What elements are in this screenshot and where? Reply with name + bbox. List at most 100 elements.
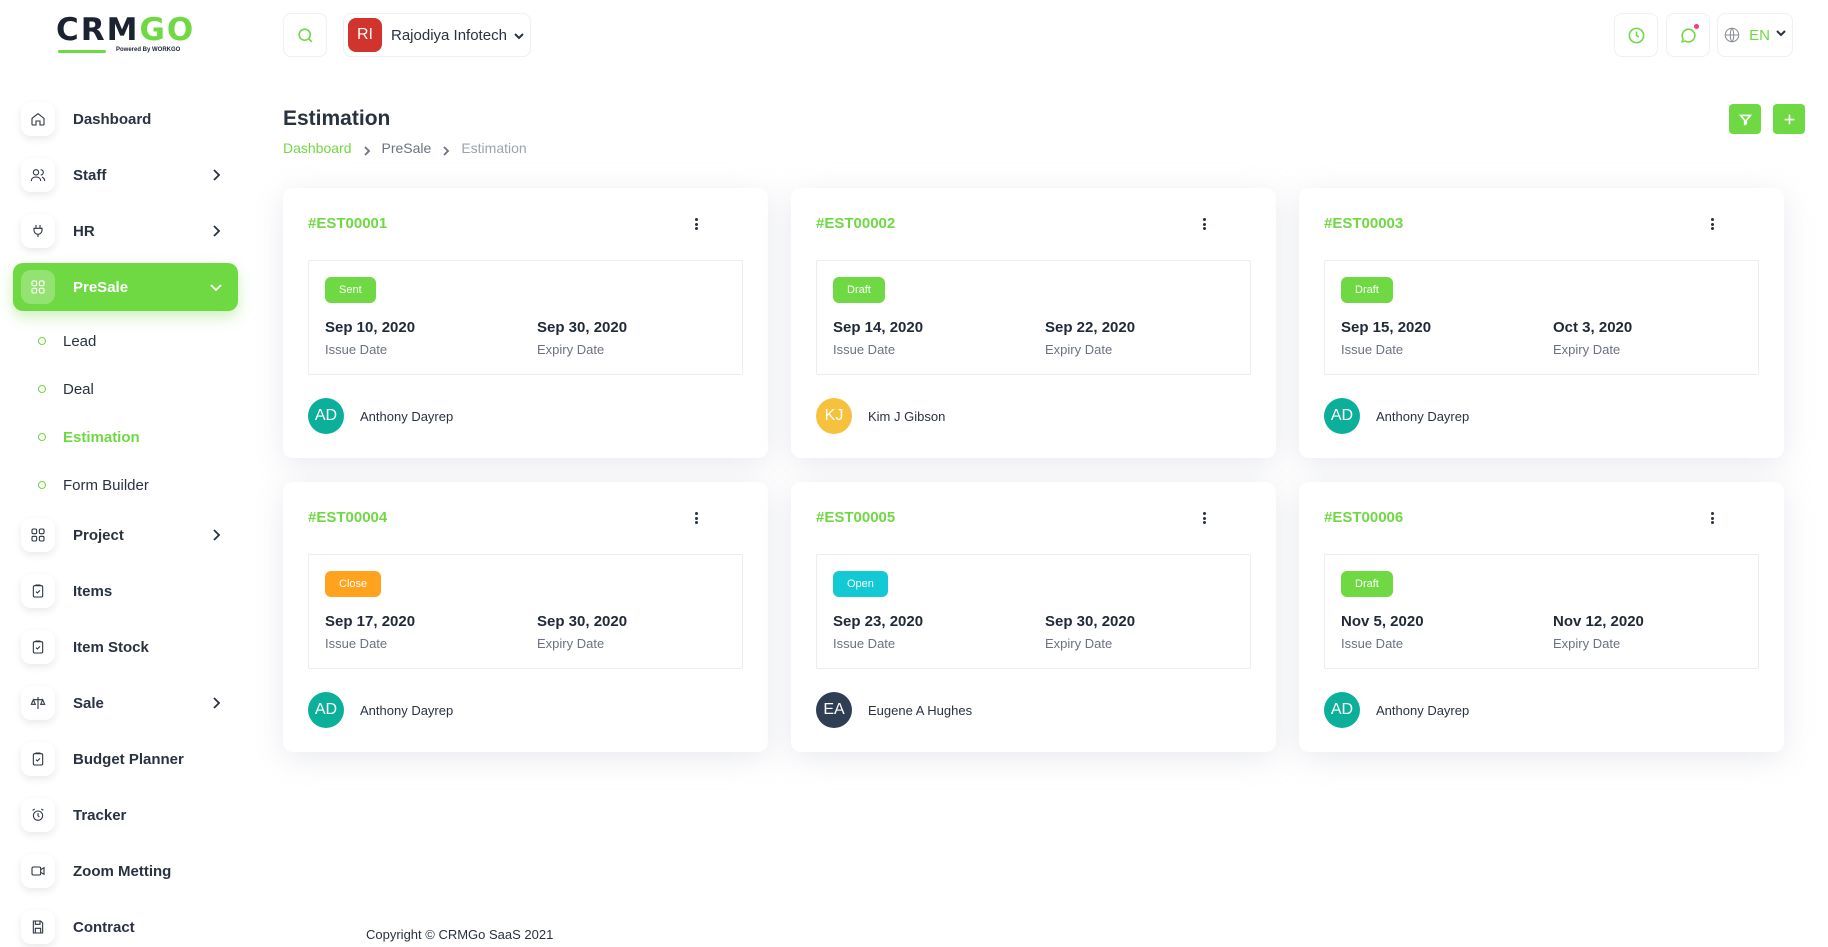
sidebar-item-label: HR (73, 222, 95, 240)
sidebar-item-contract[interactable]: Contract (13, 903, 238, 947)
search-button[interactable] (283, 13, 327, 57)
sidebar-item-sale[interactable]: Sale (13, 679, 238, 727)
company-switcher[interactable]: RI Rajodiya Infotech (343, 13, 531, 57)
more-options-icon[interactable] (1198, 510, 1210, 526)
bullet-icon (38, 481, 46, 489)
chevron-right-icon (208, 527, 224, 543)
breadcrumb-dashboard[interactable]: Dashboard (283, 140, 352, 156)
messages-button[interactable] (1666, 13, 1710, 57)
add-estimation-button[interactable] (1773, 104, 1805, 134)
bullet-icon (38, 337, 46, 345)
chevron-right-icon (441, 143, 451, 156)
sidebar-item-tracker[interactable]: Tracker (13, 791, 238, 839)
status-badge: Sent (325, 277, 376, 303)
breadcrumb-presale: PreSale (381, 140, 432, 156)
sidebar-item-item-stock[interactable]: Item Stock (13, 623, 238, 671)
estimation-id-link[interactable]: #EST00002 (816, 215, 895, 232)
sidebar-item-label: Contract (73, 918, 135, 936)
estimation-card: #EST00004 Close Sep 17, 2020 Issue Date … (283, 482, 768, 752)
home-icon (21, 102, 55, 136)
sidebar-item-items[interactable]: Items (13, 567, 238, 615)
more-options-icon[interactable] (1706, 510, 1718, 526)
chevron-right-icon (208, 695, 224, 711)
footer-copyright: Copyright © CRMGo SaaS 2021 (366, 927, 554, 942)
sidebar-item-presale[interactable]: PreSale (13, 263, 238, 311)
sidebar-item-label: Staff (73, 166, 107, 184)
assignee: AD Anthony Dayrep (1324, 398, 1469, 434)
sidebar-subitem-label: Estimation (63, 428, 140, 446)
estimation-details: Open Sep 23, 2020 Issue Date Sep 30, 202… (816, 554, 1251, 669)
expiry-date-block: Sep 22, 2020 Expiry Date (1045, 319, 1135, 357)
estimation-id-link[interactable]: #EST00003 (1324, 215, 1403, 232)
issue-date-label: Issue Date (325, 342, 388, 357)
sidebar-subitem-estimation[interactable]: Estimation (38, 425, 140, 449)
company-name: Rajodiya Infotech (391, 26, 507, 44)
expiry-date-block: Sep 30, 2020 Expiry Date (1045, 613, 1135, 651)
issue-date-block: Nov 5, 2020 Issue Date (1341, 613, 1424, 651)
search-icon (297, 27, 312, 42)
issue-date-value: Sep 14, 2020 (833, 319, 924, 336)
expiry-date-block: Nov 12, 2020 Expiry Date (1553, 613, 1644, 651)
expiry-date-value: Sep 30, 2020 (537, 613, 628, 630)
estimation-card: #EST00005 Open Sep 23, 2020 Issue Date S… (791, 482, 1276, 752)
sidebar-subitem-label: Deal (63, 380, 94, 398)
expiry-date-value: Sep 22, 2020 (1045, 319, 1136, 336)
avatar[interactable]: AD (308, 692, 344, 728)
assignee: AD Anthony Dayrep (1324, 692, 1469, 728)
sidebar-subitem-deal[interactable]: Deal (38, 377, 94, 401)
language-switcher[interactable]: EN (1717, 13, 1793, 57)
more-options-icon[interactable] (690, 510, 702, 526)
expiry-date-label: Expiry Date (1045, 342, 1113, 357)
sidebar-item-hr[interactable]: HR (13, 207, 238, 255)
sidebar-item-project[interactable]: Project (13, 511, 238, 559)
video-icon (21, 854, 55, 888)
more-options-icon[interactable] (690, 216, 702, 232)
estimation-details: Draft Sep 15, 2020 Issue Date Oct 3, 202… (1324, 260, 1759, 375)
more-options-icon[interactable] (1198, 216, 1210, 232)
sidebar-subitem-lead[interactable]: Lead (38, 329, 96, 353)
sidebar: CRMGO Powered By WORKGO Dashboard Staff … (0, 0, 252, 947)
avatar[interactable]: AD (1324, 692, 1360, 728)
chevron-down-icon (1775, 26, 1787, 44)
expiry-date-block: Sep 30, 2020 Expiry Date (537, 319, 627, 357)
issue-date-block: Sep 23, 2020 Issue Date (833, 613, 923, 651)
issue-date-label: Issue Date (833, 636, 896, 651)
users-icon (21, 158, 55, 192)
language-label: EN (1749, 26, 1770, 44)
avatar[interactable]: AD (1324, 398, 1360, 434)
expiry-date-value: Sep 30, 2020 (1045, 613, 1136, 630)
assignee: AD Anthony Dayrep (308, 692, 453, 728)
clock-icon (1628, 27, 1644, 43)
expiry-date-label: Expiry Date (1045, 636, 1113, 651)
estimation-id-link[interactable]: #EST00001 (308, 215, 387, 232)
sidebar-subitem-label: Lead (63, 332, 97, 350)
sidebar-item-budget-planner[interactable]: Budget Planner (13, 735, 238, 783)
avatar[interactable]: EA (816, 692, 852, 728)
sidebar-item-staff[interactable]: Staff (13, 151, 238, 199)
sidebar-item-label: Project (73, 526, 124, 544)
filter-button[interactable] (1729, 104, 1761, 134)
chevron-right-icon (208, 167, 224, 183)
grid-icon (21, 270, 55, 304)
assignee-name: Eugene A Hughes (868, 702, 973, 718)
issue-date-block: Sep 10, 2020 Issue Date (325, 319, 415, 357)
time-tracker-button[interactable] (1614, 13, 1658, 57)
estimation-id-link[interactable]: #EST00006 (1324, 509, 1403, 526)
assignee-name: Anthony Dayrep (1376, 702, 1470, 718)
sidebar-item-zoom-metting[interactable]: Zoom Metting (13, 847, 238, 895)
assignee-name: Anthony Dayrep (360, 408, 454, 424)
avatar[interactable]: KJ (816, 398, 852, 434)
bullet-icon (38, 433, 46, 441)
crmgo-logo[interactable]: CRMGO Powered By WORKGO (56, 14, 196, 56)
more-options-icon[interactable] (1706, 216, 1718, 232)
logo-powered-by: Powered By WORKGO (116, 47, 181, 53)
plus-icon (1784, 114, 1794, 124)
avatar[interactable]: AD (308, 398, 344, 434)
estimation-id-link[interactable]: #EST00005 (816, 509, 895, 526)
sidebar-subitem-form-builder[interactable]: Form Builder (38, 473, 149, 497)
estimation-details: Sent Sep 10, 2020 Issue Date Sep 30, 202… (308, 260, 743, 375)
sidebar-item-dashboard[interactable]: Dashboard (13, 95, 238, 143)
status-badge: Close (325, 571, 382, 597)
issue-date-label: Issue Date (833, 342, 896, 357)
estimation-id-link[interactable]: #EST00004 (308, 509, 387, 526)
